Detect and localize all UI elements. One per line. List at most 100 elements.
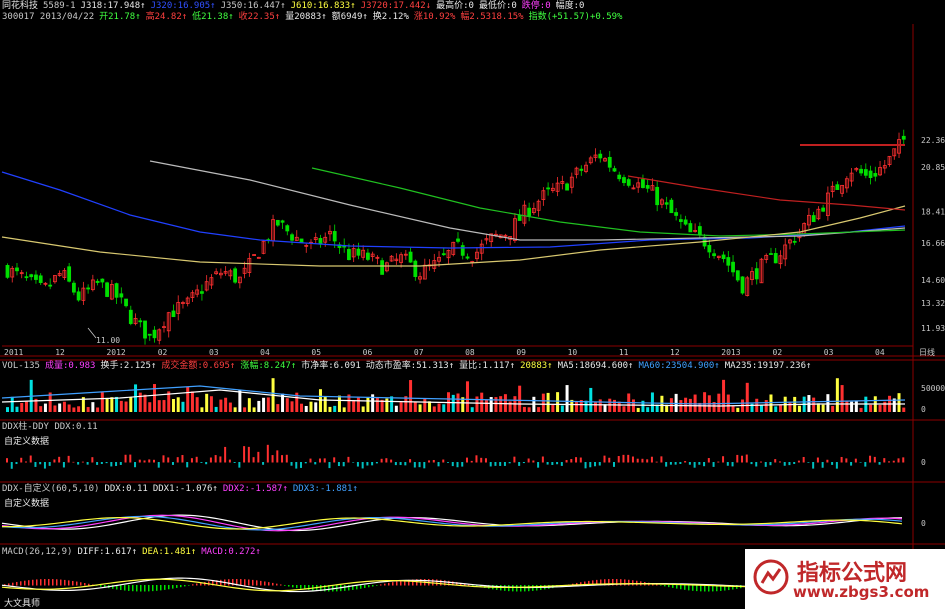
ddx-bar-91 [437,462,440,467]
ddx-bar-87 [418,462,421,468]
candle-body-7 [38,275,43,283]
ddx-bar-130 [622,454,625,463]
watermark-logo-icon [753,559,789,595]
ddx-bar-27 [134,462,137,468]
ddx-bar-174 [831,462,834,465]
ddx-bar-149 [712,462,715,467]
candle-body-162 [773,253,778,264]
vol-field-10: MA60:23504.900↑ [638,361,720,371]
macd-bar-192 [192,584,194,586]
ddx-bar-121 [579,457,582,463]
ddx-bar-65 [314,462,317,465]
volume-bar-173 [826,394,830,412]
ddx-bar-43 [209,457,212,463]
candle-body-139 [664,202,669,205]
date-axis-right: 日线 [919,347,935,357]
volume-bar-118 [565,385,569,412]
macd-bar-60 [60,579,62,586]
volume-bar-62 [300,403,304,412]
ddx-bar-101 [484,458,487,463]
macd-sub-label: 大文具师 [4,599,41,609]
macd-bar-144 [144,585,146,592]
macd-bar-220 [220,579,222,586]
candle-body-128 [612,168,617,172]
volume-bar-76 [366,397,370,412]
macd-bar-256 [256,580,258,586]
ddx-bar-1 [10,462,13,469]
macd-bar-240 [240,579,242,586]
ddx-bar-168 [802,456,805,463]
date-tick-15: 02 [773,348,783,357]
ddx-bar-131 [627,454,630,463]
price-tick-5: 13.32 [921,299,945,308]
volume-bar-2 [15,406,19,412]
ddx-bar-147 [703,462,706,467]
ddx-bar-165 [788,462,791,466]
volume-bar-19 [96,407,100,412]
volume-bar-175 [835,378,839,412]
volume-bar-3 [20,402,24,412]
ddx-bar-62 [300,462,303,468]
macd-bar-40 [40,579,42,586]
ddx-bar-111 [532,460,535,463]
candle-body-148 [707,245,712,253]
ddx-bar-145 [693,462,696,468]
ddx-bar-122 [584,462,587,469]
macd-bar-120 [120,585,122,591]
volume-bar-161 [769,394,773,412]
ddx-bar-90 [432,459,435,463]
ddx2-tick-0: 0 [921,519,926,528]
macd-bar-260 [260,580,262,586]
candle-body-125 [598,153,603,159]
ddx-bar-133 [636,458,639,463]
macd-bar-284 [284,585,286,586]
macd-bar-436 [436,579,438,586]
watermark-url: www.zbgs3.com [793,583,930,601]
macd-bar-672 [672,585,674,588]
ddx-bar-81 [390,459,393,463]
vol-field-5: 市净率:6.091 [301,361,361,371]
volume-bar-172 [821,404,825,412]
ddx-bar-144 [688,462,691,465]
volume-bar-35 [171,399,175,412]
volume-bar-48 [233,407,237,412]
ddx-bar-0 [6,458,8,463]
volume-bar-18 [91,402,95,412]
ddx-bar-37 [181,455,184,463]
vol-field-0: VOL-135 [2,361,40,371]
macd-bar-100 [100,585,102,587]
macd-bar-384 [384,583,386,586]
macd-bar-372 [372,585,374,587]
volume-bar-52 [252,407,256,412]
date-tick-12: 11 [619,348,629,357]
ddx-bar-45 [219,456,222,463]
volume-bar-177 [845,401,849,412]
candle-body-5 [29,274,34,278]
volume-header: VOL-135 成量:0.983 换手:2.125↑ 成交金额:0.695↑ 涨幅:8.… [2,361,816,372]
volume-bar-63 [304,405,308,412]
ddx-bar-160 [764,462,767,467]
ddx2-field-2: DDX1:-1.076↑ [152,484,218,494]
macd-bar-248 [248,579,250,586]
volume-bar-73 [352,399,356,412]
ddx-bar-188 [897,458,900,463]
ddx-bar-186 [888,461,891,463]
macd-bar-32 [32,579,34,586]
volume-bar-167 [797,405,801,412]
ddx-bar-88 [423,462,426,469]
candle-body-24 [119,293,124,298]
ddx-bar-148 [707,458,710,463]
ddx-bar-26 [129,454,132,463]
volume-bar-10 [53,405,57,412]
ddx-bar-156 [745,454,748,463]
volume-bar-23 [115,396,119,412]
ddx-bar-120 [575,457,578,463]
volume-bar-0 [6,407,9,412]
volume-bar-123 [589,387,593,412]
ddx-bar-116 [556,462,559,465]
ddx-bar-114 [546,462,549,465]
ddx-bar-72 [347,456,350,463]
ddx-bar-135 [646,459,649,463]
ddx-bar-63 [304,462,307,464]
candle-body-97 [465,256,470,259]
